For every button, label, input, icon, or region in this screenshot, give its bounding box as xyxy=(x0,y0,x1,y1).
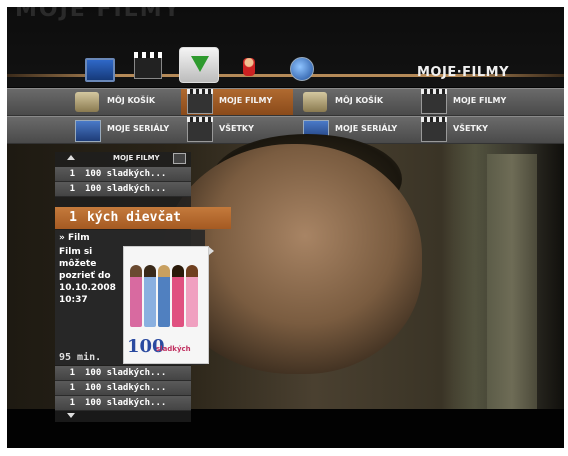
movie-list-panel: MOJE FILMY 1 100 sladkých... 1 100 sladk… xyxy=(55,152,231,422)
item-title: 100 sladkých... xyxy=(85,184,167,194)
movie-detail: » Film Film si môžete pozrieť do 10.10.2… xyxy=(55,230,209,365)
nav-label: MOJE SERIÁLY xyxy=(107,124,170,133)
list-item[interactable]: 1 100 sladkých... xyxy=(55,396,191,411)
list-item[interactable]: 1 100 sladkých... xyxy=(55,182,191,197)
duration: 95 min. xyxy=(59,352,102,363)
item-count: 1 xyxy=(69,398,75,408)
user-icon[interactable] xyxy=(243,58,255,76)
nav-item-moje-serialy[interactable]: MOJE SERIÁLY xyxy=(69,117,181,143)
item-title: 100 sladkých... xyxy=(85,383,167,393)
nav-label: VŠETKY xyxy=(453,124,488,133)
availability-text: Film si môžete pozrieť do 10.10.2008 10:… xyxy=(59,247,116,305)
film-icon xyxy=(187,117,213,142)
list-item[interactable]: 1 100 sladkých... xyxy=(55,381,191,396)
section-title: MOJE·FILMY xyxy=(417,65,509,80)
poster-subtitle: sladkých xyxy=(156,345,191,353)
list-item[interactable]: 1 100 sladkých... xyxy=(55,366,191,381)
detail-type: » Film xyxy=(59,233,90,243)
scroll-down-icon[interactable] xyxy=(67,413,75,418)
nav-item-moj-kosik[interactable]: MÔJ KOŠÍK xyxy=(69,89,181,115)
film-icon xyxy=(421,89,447,114)
nav-item-vsetky[interactable]: VŠETKY xyxy=(415,117,527,143)
movie-poster: 100 sladkých xyxy=(123,246,209,364)
item-count: 1 xyxy=(69,368,75,378)
nav-label: MÔJ KOŠÍK xyxy=(335,96,384,105)
download-icon[interactable] xyxy=(179,47,219,83)
cart-icon xyxy=(303,92,327,112)
nav-item-moje-filmy[interactable]: MOJE FILMY xyxy=(415,89,527,115)
tv-icon xyxy=(75,120,101,142)
nav-label: MOJE FILMY xyxy=(219,96,273,105)
list-item[interactable]: 1 100 sladkých... xyxy=(55,167,191,182)
nav-item-moj-kosik[interactable]: MÔJ KOŠÍK xyxy=(297,89,409,115)
item-count: 1 xyxy=(69,210,77,225)
film-icon xyxy=(421,117,447,142)
nav-row-primary: MÔJ KOŠÍK MOJE FILMY MÔJ KOŠÍK MOJE FILM… xyxy=(7,88,564,116)
nav-label: MOJE SERIÁLY xyxy=(335,124,398,133)
nav-label: VŠETKY xyxy=(219,124,254,133)
nav-label: MÔJ KOŠÍK xyxy=(107,96,156,105)
cart-icon xyxy=(75,92,99,112)
backdrop-pillar xyxy=(487,154,537,409)
panel-header: MOJE FILMY xyxy=(55,152,191,166)
panel-title: MOJE FILMY xyxy=(113,154,160,162)
tv-icon[interactable] xyxy=(85,58,115,82)
poster-figure xyxy=(172,265,184,327)
selected-list-item[interactable]: 1 kých dievčat xyxy=(55,207,231,229)
expand-right-icon[interactable] xyxy=(209,247,214,255)
item-count: 1 xyxy=(69,184,75,194)
poster-figure xyxy=(144,265,156,327)
nav-label: MOJE FILMY xyxy=(453,96,507,105)
item-title: 100 sladkých... xyxy=(85,368,167,378)
item-count: 1 xyxy=(69,169,75,179)
poster-figure xyxy=(158,265,170,327)
item-count: 1 xyxy=(69,383,75,393)
item-title: 100 sladkých... xyxy=(85,169,167,179)
ghost-title: MOJE FILMY xyxy=(15,7,182,22)
clapperboard-icon[interactable] xyxy=(134,52,162,79)
poster-figure xyxy=(186,265,198,327)
globe-icon[interactable] xyxy=(290,57,314,81)
item-title: 100 sladkých... xyxy=(85,398,167,408)
film-icon xyxy=(187,89,213,114)
scroll-up-icon[interactable] xyxy=(67,155,75,160)
tv-screen: MOJE FILMY MOJE·FILMY MÔJ KOŠÍK MOJE FIL… xyxy=(7,7,564,448)
film-icon xyxy=(173,153,186,164)
poster-figure xyxy=(130,265,142,327)
item-title: kých dievčat xyxy=(87,210,181,225)
nav-item-moje-filmy[interactable]: MOJE FILMY xyxy=(181,89,293,115)
